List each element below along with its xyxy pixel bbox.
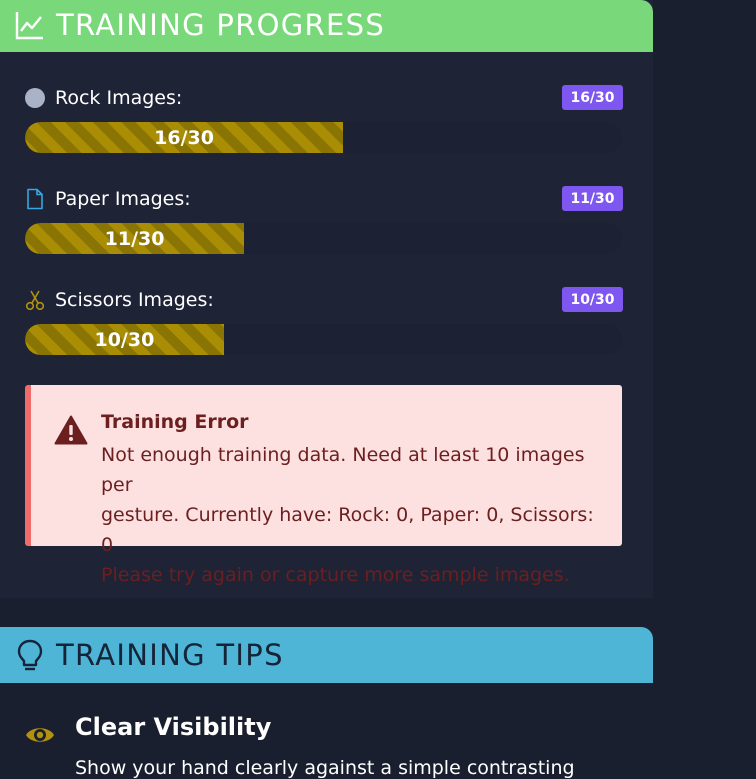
alert-title: Training Error [101, 411, 249, 433]
rock-progress-fill: 16/30 [25, 122, 344, 153]
lightbulb-icon [17, 639, 43, 671]
alert-line: gesture. Currently have: Rock: 0, Paper:… [101, 504, 594, 556]
paper-progress-fill: 11/30 [25, 223, 245, 254]
alert-message: Not enough training data. Need at least … [101, 440, 601, 590]
panel-title: TRAINING PROGRESS [56, 8, 386, 42]
rock-progress-track: 16/30 [25, 122, 622, 153]
circle-icon [25, 88, 45, 108]
scissors-icon [25, 290, 45, 311]
file-icon [27, 188, 43, 210]
paper-progress-track: 11/30 [25, 223, 622, 254]
rock-count-badge: 16/30 [562, 85, 623, 110]
tips-title: TRAINING TIPS [56, 638, 284, 672]
tip-title: Clear Visibility [75, 713, 272, 741]
training-progress-header: TRAINING PROGRESS [0, 0, 653, 52]
paper-count-badge: 11/30 [562, 186, 623, 211]
paper-images-label: Paper Images: [55, 188, 191, 210]
alert-line: Please try again or capture more sample … [101, 564, 570, 586]
rock-images-label: Rock Images: [55, 87, 183, 109]
scissors-progress-track: 10/30 [25, 324, 622, 355]
training-tips-header: TRAINING TIPS [0, 627, 653, 683]
scissors-progress-fill: 10/30 [25, 324, 224, 355]
warning-icon [54, 415, 88, 445]
tip-text: Show your hand clearly against a simple … [75, 757, 575, 779]
training-error-alert: Training Error Not enough training data.… [25, 385, 622, 586]
scissors-count-badge: 10/30 [562, 287, 623, 312]
scissors-images-label: Scissors Images: [55, 289, 214, 311]
chart-line-icon [15, 12, 43, 40]
alert-line: Not enough training data. Need at least … [101, 444, 585, 496]
eye-icon [26, 728, 54, 742]
training-progress-panel: TRAINING PROGRESS Rock Images: 16/30 16/… [0, 0, 653, 598]
